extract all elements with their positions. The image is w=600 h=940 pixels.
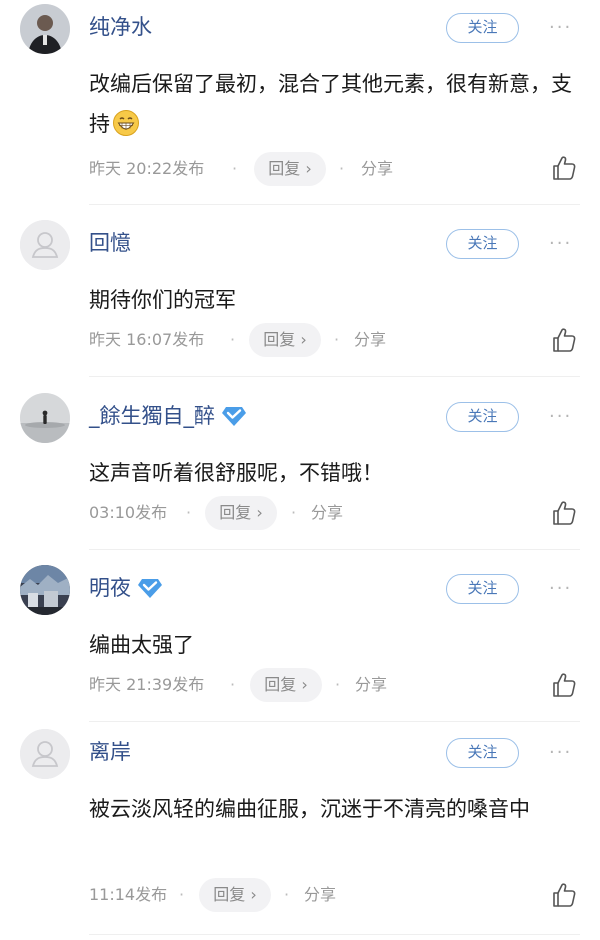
timestamp: 昨天 21:39发布 <box>89 675 205 694</box>
thumbs-up-icon[interactable] <box>550 881 578 909</box>
reply-button[interactable]: 回复 › <box>254 152 326 186</box>
avatar[interactable] <box>20 729 70 779</box>
avatar[interactable] <box>20 4 70 54</box>
share-button[interactable]: 分享 <box>355 668 387 702</box>
follow-button[interactable]: 关注 <box>446 229 519 259</box>
verified-diamond-icon <box>138 579 162 598</box>
divider <box>89 549 580 550</box>
follow-button[interactable]: 关注 <box>446 574 519 604</box>
thumbs-up-icon[interactable] <box>550 326 578 354</box>
comment-text: 被云淡风轻的编曲征服，沉迷于不清亮的嗓音中 <box>89 789 579 829</box>
comment-meta: 11:14发布 · 回复 › · 分享 <box>89 878 589 912</box>
follow-button[interactable]: 关注 <box>446 13 519 43</box>
reply-button[interactable]: 回复 › <box>205 496 277 530</box>
comment-text: 期待你们的冠军 <box>89 280 579 320</box>
timestamp: 11:14发布 <box>89 885 168 904</box>
username-text: 明夜 <box>89 576 131 600</box>
comment-meta: 昨天 20:22发布 · 回复 › · 分享 <box>89 152 589 186</box>
comment-meta: 03:10发布 · 回复 › · 分享 <box>89 496 589 530</box>
grinning-face-emoji-icon <box>113 110 139 136</box>
separator-dot: · <box>339 159 345 178</box>
share-button[interactable]: 分享 <box>311 496 343 530</box>
comment-meta: 昨天 16:07发布 · 回复 › · 分享 <box>89 323 589 357</box>
divider <box>89 934 580 935</box>
reply-button[interactable]: 回复 › <box>199 878 271 912</box>
thumbs-up-icon[interactable] <box>550 154 578 182</box>
separator-dot: · <box>232 159 238 178</box>
figure-in-fog-avatar-icon <box>20 393 70 443</box>
separator-dot: · <box>334 330 340 349</box>
separator-dot: · <box>284 885 290 904</box>
username[interactable]: 纯净水 <box>89 13 152 41</box>
verified-diamond-icon <box>222 407 246 426</box>
comment-text-body: 被云淡风轻的编曲征服，沉迷于不清亮的嗓音中 <box>89 797 530 821</box>
more-options-icon[interactable]: ··· <box>549 407 579 427</box>
default-avatar-icon <box>20 220 70 270</box>
night-scene-avatar-icon <box>20 565 70 615</box>
username[interactable]: 回憶 <box>89 229 131 257</box>
comment-text-body: 这声音听着很舒服呢，不错哦！ <box>89 461 383 485</box>
username-text: _餘生獨自_醉 <box>89 404 215 428</box>
timestamp: 昨天 16:07发布 <box>89 330 205 349</box>
more-options-icon[interactable]: ··· <box>549 18 579 38</box>
comment-text: 改编后保留了最初，混合了其他元素，很有新意，支持 <box>89 64 579 144</box>
comment-text: 编曲太强了 <box>89 625 579 665</box>
more-options-icon[interactable]: ··· <box>549 743 579 763</box>
comment-feed: 纯净水 关注 ··· 改编后保留了最初，混合了其他元素，很有新意，支持 昨天 2… <box>0 0 600 940</box>
share-button[interactable]: 分享 <box>354 323 386 357</box>
thumbs-up-icon[interactable] <box>550 671 578 699</box>
comment-meta: 昨天 21:39发布 · 回复 › · 分享 <box>89 668 589 702</box>
separator-dot: · <box>291 503 297 522</box>
follow-button[interactable]: 关注 <box>446 738 519 768</box>
person-avatar-icon <box>20 4 70 54</box>
separator-dot: · <box>186 503 192 522</box>
timestamp: 昨天 20:22发布 <box>89 159 205 178</box>
divider <box>89 721 580 722</box>
username[interactable]: 明夜 <box>89 574 163 602</box>
reply-button[interactable]: 回复 › <box>250 668 322 702</box>
separator-dot: · <box>230 330 236 349</box>
separator-dot: · <box>230 675 236 694</box>
share-button[interactable]: 分享 <box>361 152 393 186</box>
share-button[interactable]: 分享 <box>304 878 336 912</box>
more-options-icon[interactable]: ··· <box>549 234 579 254</box>
comment-text-body: 编曲太强了 <box>89 633 194 657</box>
separator-dot: · <box>335 675 341 694</box>
separator-dot: · <box>179 885 185 904</box>
avatar[interactable] <box>20 220 70 270</box>
avatar[interactable] <box>20 393 70 443</box>
username[interactable]: _餘生獨自_醉 <box>89 402 247 430</box>
divider <box>89 204 580 205</box>
follow-button[interactable]: 关注 <box>446 402 519 432</box>
reply-button[interactable]: 回复 › <box>249 323 321 357</box>
divider <box>89 376 580 377</box>
timestamp: 03:10发布 <box>89 503 168 522</box>
default-avatar-icon <box>20 729 70 779</box>
thumbs-up-icon[interactable] <box>550 499 578 527</box>
comment-text-body: 改编后保留了最初，混合了其他元素，很有新意，支持 <box>89 72 572 136</box>
more-options-icon[interactable]: ··· <box>549 579 579 599</box>
comment-text-body: 期待你们的冠军 <box>89 288 236 312</box>
username[interactable]: 离岸 <box>89 738 131 766</box>
comment-text: 这声音听着很舒服呢，不错哦！ <box>89 453 579 493</box>
avatar[interactable] <box>20 565 70 615</box>
